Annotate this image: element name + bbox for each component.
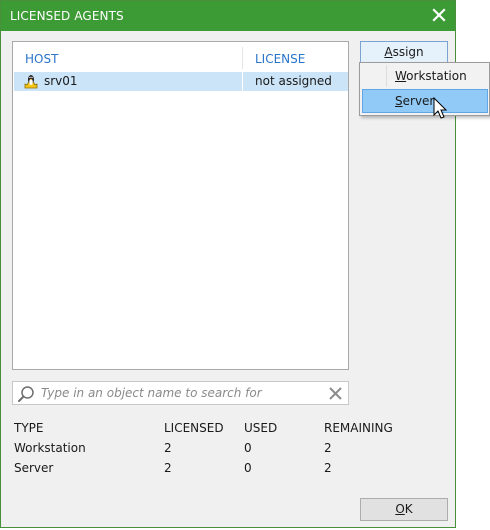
window-title: LICENSED AGENTS xyxy=(10,9,124,23)
search-icon xyxy=(18,386,34,402)
stats-type: Server xyxy=(14,461,54,475)
assign-button[interactable]: Assign xyxy=(360,41,448,64)
ok-label-rest: K xyxy=(404,502,413,516)
clear-search-icon[interactable] xyxy=(328,386,343,401)
linux-penguin-icon xyxy=(24,75,38,89)
column-separator xyxy=(242,47,243,69)
stats-remaining: 2 xyxy=(324,441,332,455)
ok-accel: O xyxy=(395,502,405,516)
menu-item-server[interactable]: Server xyxy=(362,89,488,113)
menu-item-accel: W xyxy=(395,69,407,83)
stats-header-used: USED xyxy=(244,421,278,435)
stats-header-licensed: LICENSED xyxy=(164,421,224,435)
search-box[interactable] xyxy=(12,381,349,405)
table-row[interactable]: srv01 not assigned xyxy=(14,72,348,91)
title-bar: LICENSED AGENTS xyxy=(1,1,455,31)
assign-label-rest: ssign xyxy=(392,45,424,59)
stats-used: 0 xyxy=(244,461,252,475)
assign-accel: A xyxy=(384,45,393,59)
column-header-host[interactable]: HOST xyxy=(25,52,58,66)
row-license: not assigned xyxy=(255,74,332,88)
menu-item-rest: erver xyxy=(402,94,435,108)
column-header-license[interactable]: LICENSE xyxy=(255,52,305,66)
stats-header-remaining: REMAINING xyxy=(324,421,393,435)
ok-button[interactable]: OK xyxy=(360,498,448,521)
stats-licensed: 2 xyxy=(164,441,172,455)
stats-type: Workstation xyxy=(14,441,86,455)
agents-list[interactable]: HOST LICENSE srv01 not assigned xyxy=(12,41,349,370)
stats-remaining: 2 xyxy=(324,461,332,475)
close-icon[interactable] xyxy=(431,7,447,23)
stats-header-type: TYPE xyxy=(14,421,44,435)
menu-item-workstation[interactable]: Workstation xyxy=(362,64,488,88)
column-separator xyxy=(242,72,243,91)
stats-used: 0 xyxy=(244,441,252,455)
search-input[interactable] xyxy=(41,384,321,402)
menu-item-rest: orkstation xyxy=(406,69,467,83)
assign-dropdown-menu: Workstation Server xyxy=(359,62,490,116)
menu-item-accel: S xyxy=(395,94,403,108)
row-host: srv01 xyxy=(44,74,78,88)
stats-licensed: 2 xyxy=(164,461,172,475)
